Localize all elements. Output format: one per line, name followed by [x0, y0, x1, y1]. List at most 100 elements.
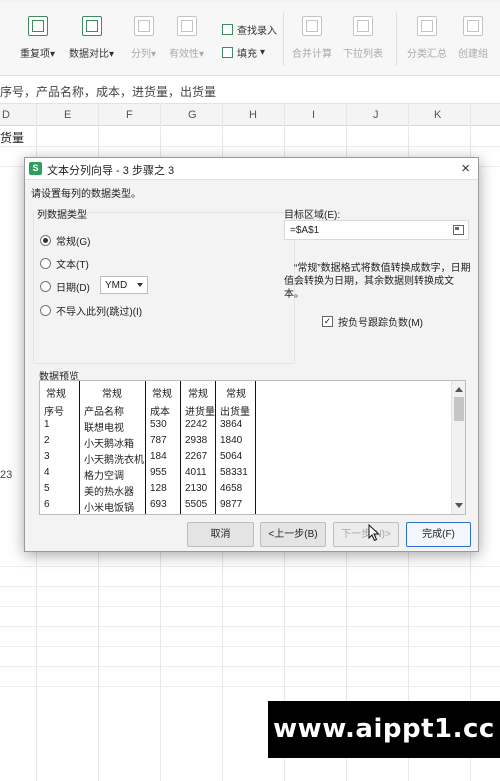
preview-cell: 5064	[220, 451, 243, 462]
radio-general-label: 常规(G)	[56, 237, 91, 248]
preview-cell: 4658	[220, 483, 243, 494]
dropdown-list-button[interactable]: 下拉列表	[343, 16, 383, 60]
app-icon: S	[29, 162, 42, 175]
fill-button[interactable]: 填充 ▾	[222, 45, 265, 60]
preview-column-1[interactable]	[40, 381, 80, 514]
lookup-entry-label: 查找录入	[237, 26, 277, 37]
preview-cell: 格力空调	[84, 471, 124, 482]
consolidate-button[interactable]: 合并计算	[292, 16, 332, 60]
radio-checked-icon	[40, 235, 51, 246]
preview-cell: 出货量	[220, 407, 250, 418]
target-area-input[interactable]: =$A$1	[284, 220, 469, 240]
cell-value[interactable]: 23	[0, 469, 12, 481]
preview-cell: 955	[150, 467, 167, 478]
column-header-j[interactable]: J	[373, 109, 379, 121]
preview-cell: 3864	[220, 419, 243, 430]
ribbon-accent	[0, 0, 500, 3]
fill-label: 填充	[237, 49, 257, 60]
preview-cell: 小天鹅洗衣机	[84, 455, 144, 466]
preview-header: 常规	[152, 389, 172, 400]
subtotal-icon	[417, 16, 437, 36]
preview-cell: 9877	[220, 499, 243, 510]
ribbon-separator	[396, 12, 397, 66]
dropdown-list-icon	[353, 16, 373, 36]
column-header-h[interactable]: H	[249, 109, 257, 121]
create-group-icon	[463, 16, 483, 36]
scroll-thumb[interactable]	[454, 397, 464, 421]
preview-cell: 1	[44, 419, 50, 430]
preview-cell: 2242	[185, 419, 208, 430]
scroll-down-icon[interactable]	[455, 503, 463, 508]
grid-line	[0, 686, 500, 687]
preview-cell: 58331	[220, 467, 248, 478]
radio-skip-column[interactable]: 不导入此列(跳过)(I)	[40, 303, 142, 318]
chevron-down-icon	[137, 283, 143, 287]
preview-cell: 2	[44, 435, 50, 446]
preview-cell: 美的热水器	[84, 487, 134, 498]
cell-d1[interactable]: 货量	[0, 129, 24, 146]
validation-label: 有效性	[169, 49, 199, 60]
preview-cell: 5505	[185, 499, 208, 510]
column-header-i[interactable]: I	[312, 109, 315, 121]
close-icon[interactable]: ×	[461, 160, 470, 177]
column-header-f[interactable]: F	[126, 109, 133, 121]
radio-text[interactable]: 文本(T)	[40, 256, 89, 271]
radio-general[interactable]: 常规(G)	[40, 233, 90, 248]
next-button[interactable]: 下一步(N)>	[333, 522, 399, 547]
preview-column-3[interactable]	[146, 381, 181, 514]
column-header-e[interactable]: E	[64, 109, 71, 121]
preview-cell: 787	[150, 435, 167, 446]
data-compare-icon	[81, 16, 102, 36]
split-column-button[interactable]: 分列▾	[131, 16, 156, 60]
radio-date[interactable]: 日期(D)	[40, 279, 90, 294]
date-format-select[interactable]: YMD	[100, 276, 148, 294]
lookup-entry-button[interactable]: 查找录入	[222, 22, 277, 37]
data-preview[interactable]: 常规 常规 常规 常规 常规 序号 产品名称 成本 进货量 出货量 1 联想电视 530 224…	[39, 380, 466, 515]
dialog-instruction: 请设置每列的数据类型。	[31, 189, 141, 200]
preview-cell: 小天鹅冰箱	[84, 439, 134, 450]
ribbon-separator	[283, 12, 284, 66]
formula-content: 序号，产品名称，成本，进货量，出货量	[0, 85, 217, 99]
column-header-d[interactable]: D	[2, 109, 10, 121]
preview-column-5[interactable]	[216, 381, 256, 514]
radio-unchecked-icon	[40, 281, 51, 292]
column-header-k[interactable]: K	[434, 109, 441, 121]
duplicates-button[interactable]: 重复项▾	[20, 16, 55, 60]
preview-cell: 联想电视	[84, 423, 124, 434]
preview-scrollbar[interactable]	[451, 381, 465, 514]
formula-bar[interactable]: 序号，产品名称，成本，进货量，出货量	[0, 76, 500, 104]
column-header-row: D E F G H I J K	[0, 104, 500, 126]
split-column-icon	[133, 16, 154, 36]
lookup-entry-icon	[222, 24, 233, 35]
finish-button[interactable]: 完成(F)	[406, 522, 471, 547]
text-to-columns-dialog: S 文本分列向导 - 3 步骤之 3 × 请设置每列的数据类型。 列数据类型 常…	[24, 157, 479, 552]
back-button[interactable]: <上一步(B)	[260, 522, 326, 547]
data-compare-button[interactable]: 数据对比▾	[69, 16, 114, 60]
preview-header: 常规	[46, 389, 66, 400]
subtotal-button[interactable]: 分类汇总	[407, 16, 447, 60]
column-header-g[interactable]: G	[188, 109, 197, 121]
target-area-value: =$A$1	[290, 225, 320, 236]
grid-line	[0, 646, 500, 647]
validation-button[interactable]: 有效性▾	[169, 16, 204, 60]
grid-line	[0, 606, 500, 607]
preview-column-4[interactable]	[181, 381, 216, 514]
create-group-label: 创建组	[458, 49, 488, 60]
preview-cell: 2267	[185, 451, 208, 462]
grid-line	[0, 566, 500, 567]
general-format-note: “常规”数据格式将数值转换成数字，日期值会转换为日期，其余数据则转换成文本。	[284, 263, 471, 300]
range-picker-icon[interactable]	[453, 225, 464, 235]
scroll-up-icon[interactable]	[455, 387, 463, 392]
radio-unchecked-icon	[40, 258, 51, 269]
create-group-button[interactable]: 创建组	[458, 16, 488, 60]
preview-header: 常规	[102, 389, 122, 400]
negative-sign-checkbox[interactable]: ✓ 按负号跟踪负数(M)	[322, 314, 423, 329]
checkbox-checked-icon: ✓	[322, 316, 333, 327]
radio-unchecked-icon	[40, 305, 51, 316]
preview-cell: 184	[150, 451, 167, 462]
preview-cell: 2130	[185, 483, 208, 494]
radio-skip-label: 不导入此列(跳过)(I)	[56, 307, 143, 318]
cancel-button[interactable]: 取消	[187, 522, 254, 547]
grid-line	[0, 666, 500, 667]
fill-icon	[222, 47, 233, 58]
